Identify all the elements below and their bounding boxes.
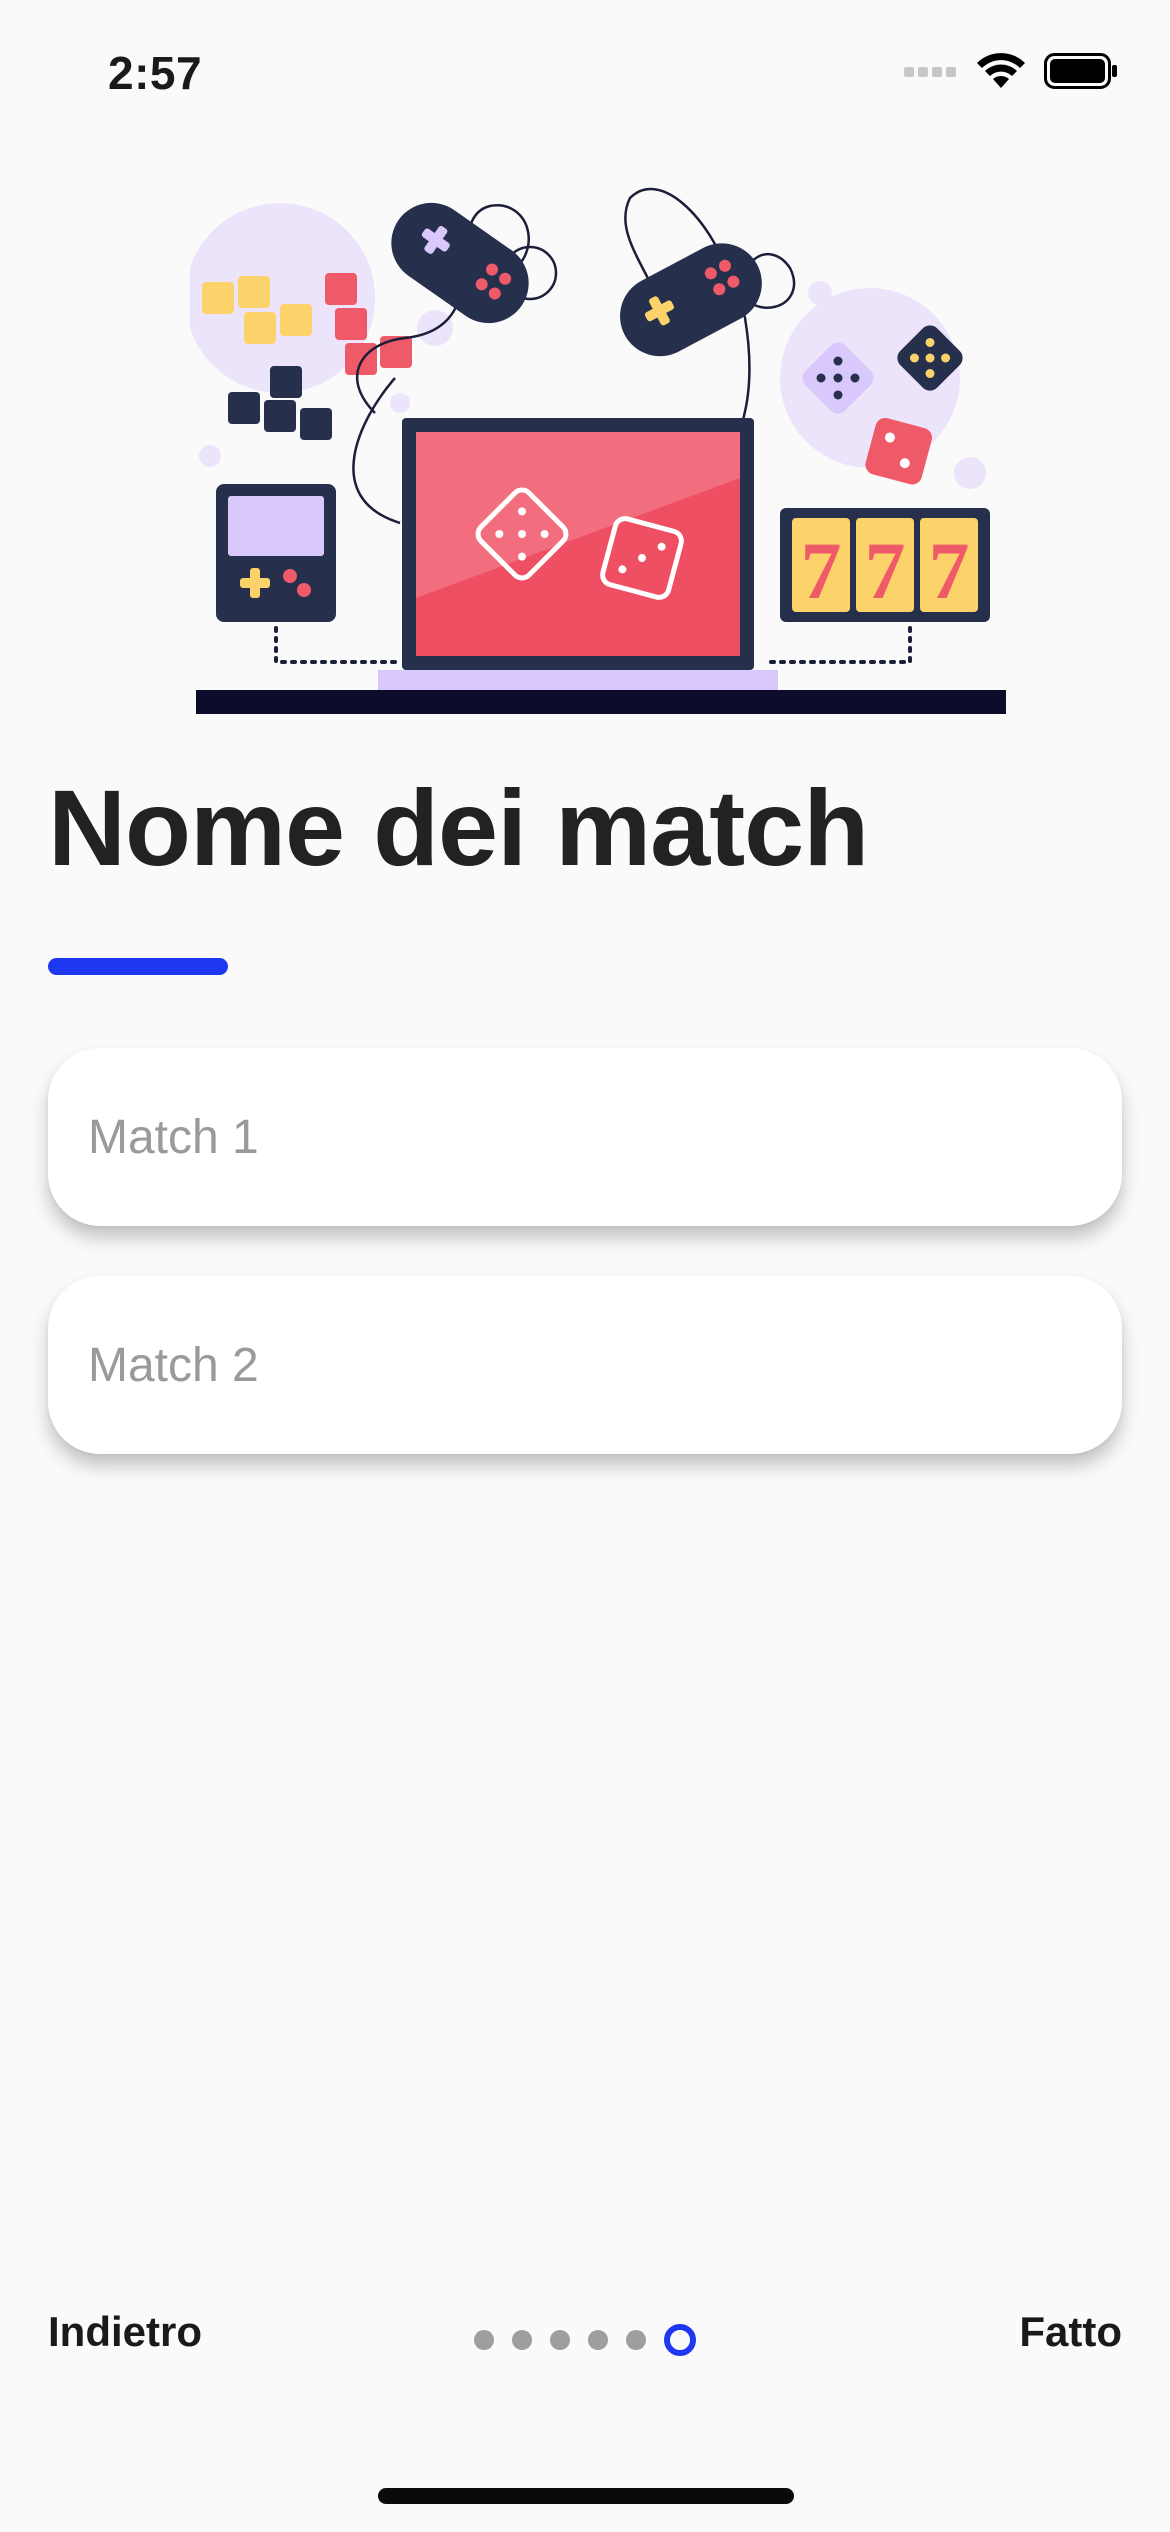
done-button[interactable]: Fatto xyxy=(1019,2308,1122,2356)
status-icons xyxy=(904,52,1118,90)
gamepad-icon xyxy=(620,243,762,357)
svg-text:7: 7 xyxy=(801,525,842,616)
page-dot xyxy=(512,2330,532,2350)
table-surface xyxy=(196,690,1006,714)
page-dot xyxy=(550,2330,570,2350)
slot-machine-icon: 7 7 7 xyxy=(780,508,990,622)
page-dot xyxy=(474,2330,494,2350)
status-bar: 2:57 xyxy=(0,0,1170,140)
laptop-icon xyxy=(378,418,778,690)
page-dot-active xyxy=(664,2324,696,2356)
svg-text:7: 7 xyxy=(929,525,970,616)
page-title: Nome dei match xyxy=(48,767,869,888)
title-underline xyxy=(48,958,228,975)
home-indicator[interactable] xyxy=(378,2488,794,2504)
page-dot xyxy=(626,2330,646,2350)
match-2-field[interactable] xyxy=(48,1276,1122,1454)
match-2-input[interactable] xyxy=(86,1336,1084,1394)
wifi-icon xyxy=(977,53,1025,88)
svg-text:7: 7 xyxy=(865,525,906,616)
handheld-console-icon xyxy=(216,484,336,622)
match-1-field[interactable] xyxy=(48,1048,1122,1226)
status-time: 2:57 xyxy=(108,47,203,99)
gamepad-icon xyxy=(391,202,529,324)
match-1-input[interactable] xyxy=(86,1108,1084,1166)
gaming-illustration: 7 7 7 xyxy=(190,187,1006,714)
page-dot xyxy=(588,2330,608,2350)
page-indicator xyxy=(474,2324,696,2356)
cellular-signal-icon xyxy=(904,67,956,77)
battery-icon xyxy=(1044,53,1117,89)
back-button[interactable]: Indietro xyxy=(48,2308,202,2356)
